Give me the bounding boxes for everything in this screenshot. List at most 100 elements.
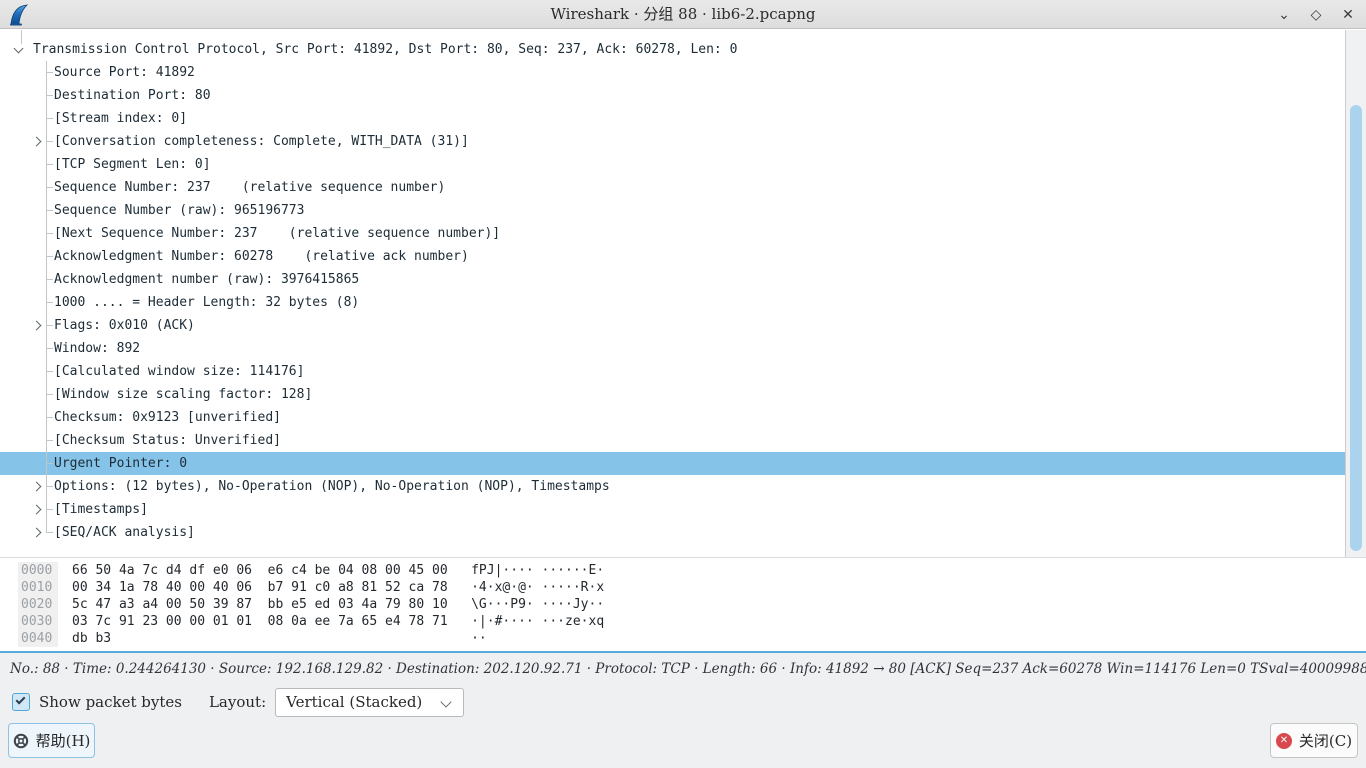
- help-button-label: 帮助(H): [36, 730, 91, 751]
- help-button[interactable]: 帮助(H): [8, 723, 95, 758]
- close-button[interactable]: ✕ 关闭(C): [1270, 723, 1358, 758]
- tree-row[interactable]: [SEQ/ACK analysis]: [0, 521, 1345, 544]
- hex-offset: 0040: [18, 630, 58, 647]
- tree-row-label: Acknowledgment number (raw): 3976415865: [54, 268, 359, 291]
- scrollbar-thumb[interactable]: [1350, 105, 1362, 551]
- hex-row[interactable]: 0010 00 34 1a 78 40 00 40 06 b7 91 c0 a8 8…: [18, 579, 1366, 596]
- tree-row-label: Flags: 0x010 (ACK): [54, 314, 195, 337]
- tree-row-label: Transmission Control Protocol, Src Port:…: [33, 38, 737, 61]
- tree-row[interactable]: Acknowledgment Number: 60278 (relative a…: [0, 245, 1345, 268]
- hex-ascii: ···ze·xq: [542, 613, 605, 630]
- hex-ascii: \G···P9·: [471, 596, 534, 613]
- hex-bytes: b7 91 c0 a8 81 52 ca 78: [268, 579, 448, 596]
- pane-divider: [0, 557, 1366, 558]
- window-title: Wireshark · 分组 88 · lib6-2.pcapng: [0, 0, 1366, 29]
- tree-row-label: Options: (12 bytes), No-Operation (NOP),…: [54, 475, 610, 498]
- tree-row[interactable]: Acknowledgment number (raw): 3976415865: [0, 268, 1345, 291]
- hex-ascii: ····Jy··: [542, 596, 605, 613]
- tree-row[interactable]: 1000 .... = Header Length: 32 bytes (8): [0, 291, 1345, 314]
- tree-row-label: Checksum: 0x9123 [unverified]: [54, 406, 281, 429]
- chevron-down-icon[interactable]: [14, 44, 24, 54]
- tree-row-label: [Stream index: 0]: [54, 107, 187, 130]
- hex-ascii: ·····R·x: [542, 579, 605, 596]
- hex-offset: 0020: [18, 596, 58, 613]
- hex-row[interactable]: 003003 7c 91 23 00 00 01 0108 0a ee 7a 6…: [18, 613, 1366, 630]
- tree-row-label: Source Port: 41892: [54, 61, 195, 84]
- hex-bytes: db b3: [72, 630, 252, 647]
- hex-bytes: 66 50 4a 7c d4 df e0 06: [72, 562, 252, 579]
- title-bar: Wireshark · 分组 88 · lib6-2.pcapng ⌄ ◇ ✕: [0, 0, 1366, 29]
- tree-row[interactable]: Transmission Control Protocol, Src Port:…: [0, 38, 1345, 61]
- tree-row-label: Sequence Number (raw): 965196773: [54, 199, 304, 222]
- tree-row-label: [Calculated window size: 114176]: [54, 360, 304, 383]
- tree-row[interactable]: [Next Sequence Number: 237 (relative seq…: [0, 222, 1345, 245]
- hex-bytes: 00 34 1a 78 40 00 40 06: [72, 579, 252, 596]
- hex-row[interactable]: 0040 db b3 ··: [18, 630, 1366, 647]
- hex-dump[interactable]: 0000 66 50 4a 7c d4 df e0 06 e6 c4 be 04 0…: [0, 562, 1366, 651]
- chevron-down-icon: [440, 696, 451, 707]
- tree-row[interactable]: Checksum: 0x9123 [unverified]: [0, 406, 1345, 429]
- layout-dropdown[interactable]: Vertical (Stacked): [275, 688, 464, 717]
- tree-row[interactable]: Sequence Number (raw): 965196773: [0, 199, 1345, 222]
- vertical-scrollbar[interactable]: [1345, 30, 1366, 557]
- tree-row-label: [Next Sequence Number: 237 (relative seq…: [54, 222, 500, 245]
- tree-row-label: Sequence Number: 237 (relative sequence …: [54, 176, 445, 199]
- hex-ascii: ··: [471, 630, 534, 647]
- tree-row[interactable]: [Calculated window size: 114176]: [0, 360, 1345, 383]
- tree-row[interactable]: Destination Port: 80: [0, 84, 1345, 107]
- hex-row[interactable]: 0020 5c 47 a3 a4 00 50 39 87 bb e5 ed 03 4…: [18, 596, 1366, 613]
- chevron-right-icon[interactable]: [32, 505, 42, 515]
- chevron-right-icon[interactable]: [32, 528, 42, 538]
- tree-row[interactable]: [Window size scaling factor: 128]: [0, 383, 1345, 406]
- close-x-icon: ✕: [1276, 733, 1292, 749]
- chevron-right-icon[interactable]: [32, 321, 42, 331]
- tree-row-label: [Timestamps]: [54, 498, 148, 521]
- tree-row-label: [TCP Segment Len: 0]: [54, 153, 211, 176]
- hex-bytes: bb e5 ed 03 4a 79 80 10: [268, 596, 448, 613]
- hex-bytes: 03 7c 91 23 00 00 01 01: [72, 613, 252, 630]
- checkmark-icon: [16, 695, 26, 705]
- tree-row[interactable]: [Stream index: 0]: [0, 107, 1345, 130]
- help-lifebuoy-icon: [13, 733, 29, 749]
- tree-row-label: Acknowledgment Number: 60278 (relative a…: [54, 245, 469, 268]
- hex-bytes: e6 c4 be 04 08 00 45 00: [268, 562, 448, 579]
- hex-offset: 0010: [18, 579, 58, 596]
- tree-row[interactable]: Flags: 0x010 (ACK): [0, 314, 1345, 337]
- tree-row[interactable]: [TCP Segment Len: 0]: [0, 153, 1345, 176]
- tree-row[interactable]: Options: (12 bytes), No-Operation (NOP),…: [0, 475, 1345, 498]
- hex-ascii: ······E·: [542, 562, 605, 579]
- chevron-right-icon[interactable]: [32, 482, 42, 492]
- tree-row[interactable]: Window: 892: [0, 337, 1345, 360]
- close-window-icon[interactable]: ✕: [1340, 7, 1356, 23]
- packet-status-line: No.: 88 · Time: 0.244264130 · Source: 19…: [10, 661, 1366, 677]
- packet-detail-tree[interactable]: Transmission Control Protocol, Src Port:…: [0, 30, 1345, 557]
- hex-ascii: ·4·x@·@·: [471, 579, 534, 596]
- tree-row-label: [Window size scaling factor: 128]: [54, 383, 312, 406]
- tree-row[interactable]: Urgent Pointer: 0: [0, 452, 1345, 475]
- maximize-icon[interactable]: ◇: [1308, 7, 1324, 23]
- layout-label: Layout:: [209, 693, 266, 711]
- minimize-icon[interactable]: ⌄: [1276, 7, 1292, 23]
- hex-ascii: fPJ|····: [471, 562, 534, 579]
- tree-row[interactable]: [Checksum Status: Unverified]: [0, 429, 1345, 452]
- show-packet-bytes-label: Show packet bytes: [39, 693, 182, 711]
- show-packet-bytes-checkbox[interactable]: [12, 693, 30, 711]
- close-button-label: 关闭(C): [1299, 730, 1352, 751]
- hex-offset: 0000: [18, 562, 58, 579]
- footer: No.: 88 · Time: 0.244264130 · Source: 19…: [0, 653, 1366, 768]
- hex-bytes: 5c 47 a3 a4 00 50 39 87: [72, 596, 252, 613]
- tree-row[interactable]: Source Port: 41892: [0, 61, 1345, 84]
- tree-row-label: 1000 .... = Header Length: 32 bytes (8): [54, 291, 359, 314]
- hex-row[interactable]: 0000 66 50 4a 7c d4 df e0 06 e6 c4 be 04 0…: [18, 562, 1366, 579]
- hex-ascii: ·|·#····: [471, 613, 534, 630]
- tree-row-label: Destination Port: 80: [54, 84, 211, 107]
- tree-row-label: [Conversation completeness: Complete, WI…: [54, 130, 469, 153]
- chevron-right-icon[interactable]: [32, 137, 42, 147]
- hex-bytes: 08 0a ee 7a 65 e4 78 71: [268, 613, 448, 630]
- tree-row-label: Urgent Pointer: 0: [54, 452, 187, 475]
- tree-row[interactable]: Sequence Number: 237 (relative sequence …: [0, 176, 1345, 199]
- tree-row-label: [Checksum Status: Unverified]: [54, 429, 281, 452]
- tree-row[interactable]: [Timestamps]: [0, 498, 1345, 521]
- tree-row-label: [SEQ/ACK analysis]: [54, 521, 195, 544]
- tree-row[interactable]: [Conversation completeness: Complete, WI…: [0, 130, 1345, 153]
